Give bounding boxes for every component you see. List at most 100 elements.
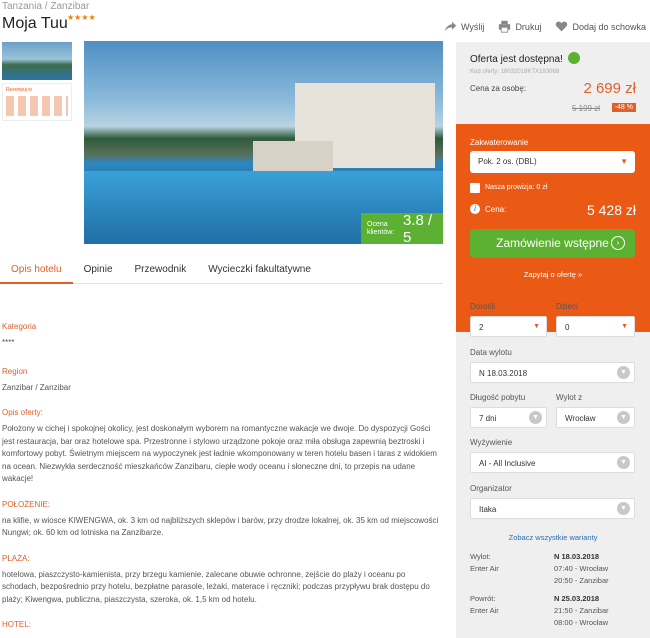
location-text: na klifie, w wiosce KIWENGWA, ok. 3 km o…: [2, 515, 439, 538]
children-label: Dzieci: [556, 302, 578, 311]
customer-rating-badge: Ocena klientów: 3.8 / 5: [361, 211, 443, 246]
outbound-label: Wylot:: [470, 552, 491, 561]
departure-from-value: Wrocław: [565, 414, 596, 423]
pre-order-label: Zamówienie wstępne: [496, 236, 609, 250]
category-value: ****: [2, 338, 15, 347]
adults-label: Dorośli: [470, 302, 495, 311]
category-heading: Kategoria: [2, 322, 37, 331]
outbound-airline: Enter Air: [470, 564, 499, 573]
offer-available-title: Oferta jest dostępna!: [470, 54, 563, 65]
share-label: Wyślij: [461, 21, 485, 32]
chevron-down-icon: ▼: [617, 502, 630, 515]
share-button[interactable]: Wyślij: [444, 20, 484, 33]
total-price-label: Cena:: [485, 205, 507, 214]
organizer-label: Organizator: [470, 484, 512, 493]
print-icon: [499, 20, 511, 33]
adults-select[interactable]: 2 ▼: [470, 316, 547, 337]
outbound-arrival: 20:50 - Zanzibar: [554, 576, 609, 585]
heart-icon: [556, 21, 568, 32]
organizer-select[interactable]: Itaka ▼: [470, 498, 635, 519]
thumbnail-promo-graphic: [6, 96, 68, 116]
accommodation-label: Zakwaterowanie: [470, 138, 529, 147]
chevron-down-icon: ▼: [533, 323, 540, 330]
breadcrumb[interactable]: Tanzania / Zanzibar: [2, 1, 89, 12]
stay-length-select[interactable]: 7 dni ▼: [470, 407, 547, 428]
ask-about-offer-link[interactable]: Zapytaj o ofertę »: [456, 270, 650, 279]
thumbnail-promo[interactable]: Rezerwuj w: [2, 83, 72, 121]
description-text: Położony w cichej i spokojnej okolicy, j…: [2, 424, 437, 483]
return-arrival: 08:00 - Wrocław: [554, 618, 609, 627]
hotel-description: Kategoria **** Region Zanzibar / Zanziba…: [2, 322, 442, 629]
accommodation-select[interactable]: Pok. 2 os. (DBL) ▼: [470, 151, 635, 173]
return-date: N 25.03.2018: [554, 594, 600, 603]
chevron-down-icon: ▼: [617, 456, 630, 469]
children-value: 0: [565, 323, 570, 332]
info-icon[interactable]: i: [470, 204, 480, 214]
commission-checkbox[interactable]: [470, 183, 480, 193]
pre-order-button[interactable]: Zamówienie wstępne ›: [470, 229, 635, 258]
check-icon: [568, 52, 580, 64]
tab-reviews[interactable]: Opinie: [73, 258, 124, 284]
hotel-heading: HOTEL:: [2, 620, 31, 629]
chevron-down-icon: ▼: [621, 323, 628, 330]
return-departure: 21:50 - Zanzibar: [554, 606, 609, 615]
tab-hotel-description[interactable]: Opis hotelu: [0, 258, 73, 284]
offer-code: Kod oferty: 18032018KTX193068: [470, 69, 560, 75]
stay-length-label: Długość pobytu: [470, 393, 526, 402]
description-heading: Opis oferty:: [2, 408, 43, 417]
departure-date-value: N 18.03.2018: [479, 369, 528, 378]
share-icon: [444, 21, 457, 32]
region-value: Zanzibar / Zanzibar: [2, 382, 71, 392]
thumbnail-photo[interactable]: [2, 42, 72, 80]
return-label: Powrót:: [470, 594, 496, 603]
price-per-person-label: Cena za osobę:: [470, 84, 527, 93]
outbound-departure: 07:40 - Wrocław: [554, 564, 609, 573]
booking-panel: Zakwaterowanie Pok. 2 os. (DBL) ▼ Nasza …: [456, 124, 650, 332]
beach-heading: PLAŻA:: [2, 553, 30, 563]
discount-badge: -48 %: [611, 103, 636, 112]
organizer-value: Itaka: [479, 505, 497, 514]
total-price: 5 428 zł: [586, 202, 636, 218]
beach-text: hotelowa, piaszczysto-kamienista, przy b…: [2, 569, 430, 604]
chevron-down-icon: ▼: [620, 157, 628, 166]
commission-label: Nasza prowizja: 0 zł: [485, 184, 548, 191]
children-select[interactable]: 0 ▼: [556, 316, 635, 337]
region-heading: Region: [2, 366, 28, 376]
tab-guide[interactable]: Przewodnik: [124, 258, 198, 284]
arrow-right-icon: ›: [611, 236, 625, 250]
all-variants-link[interactable]: Zobacz wszystkie warianty: [456, 533, 650, 542]
old-price: 5 199 zł: [571, 104, 600, 113]
price-per-person: 2 699 zł: [583, 80, 636, 97]
rating-label: Ocena klientów:: [367, 220, 395, 236]
page: Tanzania / Zanzibar Moja Tuu ★★★★ Wyślij…: [0, 0, 650, 638]
board-select[interactable]: AI - All Inclusive ▼: [470, 452, 635, 473]
departure-date-select[interactable]: N 18.03.2018 ▼: [470, 362, 635, 383]
thumbnail-promo-text: Rezerwuj w: [6, 87, 32, 93]
adults-value: 2: [479, 323, 484, 332]
hotel-stars: ★★★★: [67, 13, 96, 22]
chevron-down-icon: ▼: [529, 411, 542, 424]
hotel-title: Moja Tuu: [2, 15, 68, 32]
departure-date-label: Data wylotu: [470, 348, 512, 357]
chevron-down-icon: ▼: [617, 366, 630, 379]
departure-from-select[interactable]: Wrocław ▼: [556, 407, 635, 428]
booking-sidebar: Oferta jest dostępna! Kod oferty: 180320…: [456, 42, 650, 638]
print-label: Drukuj: [515, 21, 542, 32]
hotel-tabs: Opis hotelu Opinie Przewodnik Wycieczki …: [0, 258, 443, 284]
accommodation-value: Pok. 2 os. (DBL): [478, 157, 537, 166]
offer-summary: Oferta jest dostępna! Kod oferty: 180320…: [456, 42, 650, 124]
departure-from-label: Wylot z: [556, 393, 583, 402]
save-label: Dodaj do schowka: [572, 21, 646, 32]
return-airline: Enter Air: [470, 606, 499, 615]
rating-value: 3.8 / 5: [403, 211, 433, 246]
outbound-date: N 18.03.2018: [554, 552, 600, 561]
thumbnail-strip: Rezerwuj w: [2, 42, 72, 121]
board-value: AI - All Inclusive: [479, 459, 536, 468]
action-bar: Wyślij Drukuj Dodaj do schowka: [444, 20, 646, 33]
board-label: Wyżywienie: [470, 438, 513, 447]
print-button[interactable]: Drukuj: [498, 20, 541, 33]
tab-excursions[interactable]: Wycieczki fakultatywne: [197, 258, 322, 284]
chevron-down-icon: ▼: [617, 411, 630, 424]
stay-length-value: 7 dni: [479, 414, 497, 423]
save-to-favorites-button[interactable]: Dodaj do schowka: [555, 20, 646, 33]
